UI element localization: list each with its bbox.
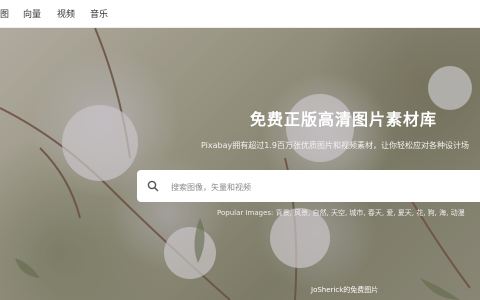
nav-item-vectors[interactable]: 向量 bbox=[23, 7, 41, 20]
nav-item-music[interactable]: 音乐 bbox=[90, 7, 108, 20]
top-nav: 图 向量 视频 音乐 bbox=[0, 0, 480, 28]
search-input[interactable] bbox=[169, 177, 473, 197]
search-icon[interactable] bbox=[147, 180, 159, 192]
image-credit[interactable]: JoSherick的免费图片 bbox=[311, 285, 378, 295]
hero-banner: 免费正版高清图片素材库 Pixabay拥有超过1.9百万张优质图片和视频素材，让… bbox=[0, 28, 480, 300]
hero-overlay bbox=[0, 28, 480, 300]
nav-item-videos[interactable]: 视频 bbox=[57, 7, 75, 20]
popular-images-links[interactable]: Popular Images: 背景, 风景, 自然, 天空, 城市, 春天, … bbox=[217, 208, 465, 218]
nav-item-images[interactable]: 图 bbox=[0, 7, 9, 20]
search-bar[interactable] bbox=[137, 170, 480, 202]
hero-subtitle: Pixabay拥有超过1.9百万张优质图片和视频素材，让你轻松应对各种设计场 bbox=[201, 141, 469, 150]
hero-title: 免费正版高清图片素材库 bbox=[250, 110, 438, 129]
